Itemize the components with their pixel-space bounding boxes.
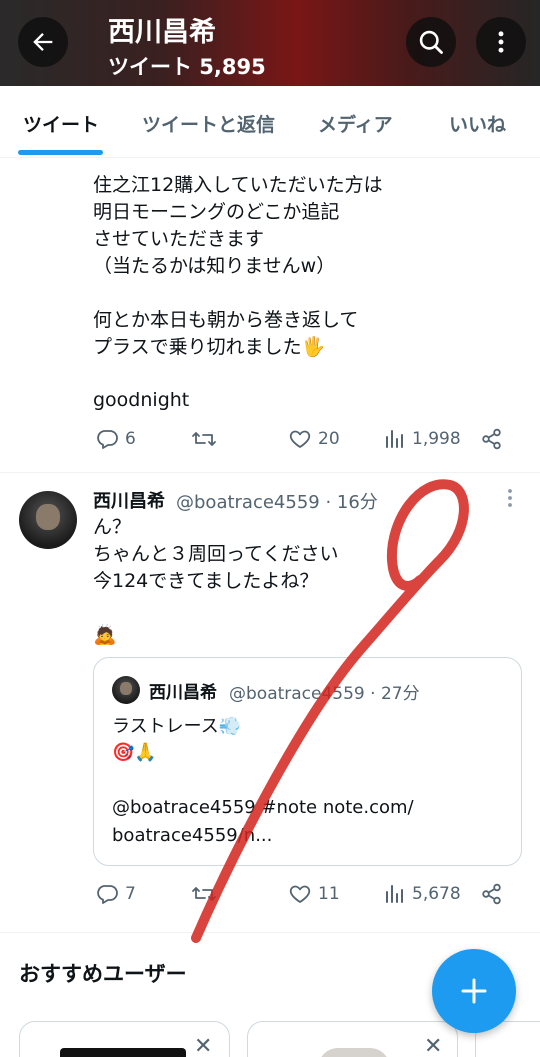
close-icon: ✕ [424,1034,443,1057]
tweet-text-line: させていただきます [93,228,265,250]
views-button[interactable]: 5,678 [384,882,461,906]
tweet-divider [0,472,540,473]
quoted-tweet-card[interactable]: 西川昌希 @boatrace4559 · 27分 ラストレース💨 🎯🙏 @boa… [93,657,522,866]
tweet-actions: 7 11 5,678 [0,882,540,912]
tweet-count: ツイート 5,895 [108,55,266,79]
bowing-emoji: 🙇 [93,624,117,646]
heart-icon [289,885,311,903]
tab-media[interactable]: メディア [318,110,393,137]
tweet-text-line: 何とか本日も朝から巻き返して [93,309,359,331]
more-vertical-icon [498,31,504,53]
quoted-text-line: ラストレース💨 [112,716,242,737]
retweet-icon [192,432,216,446]
tweet-text-line: ん？ [93,516,132,538]
tab-likes[interactable]: いいね [449,110,506,137]
plus-icon [461,978,487,1004]
like-button[interactable]: 20 [288,427,340,451]
reply-icon [97,430,118,449]
tab-tweets[interactable]: ツイート [23,110,99,137]
retweet-icon [192,887,216,901]
quoted-author-handle: @boatrace4559 · 27分 [229,684,420,704]
recommended-users-title: おすすめユーザー [19,962,187,986]
tweet-text-line: 住之江12購入していただいた方は [93,174,383,196]
view-count: 5,678 [412,884,461,904]
tweet-text-line: 明日モーニングのどこか追記 [93,201,340,223]
quoted-link-line[interactable]: boatrace4559/n... [112,823,272,849]
dismiss-card-button[interactable]: ✕ [424,1036,442,1057]
recommended-user-image [318,1048,390,1057]
tweet-author-name[interactable]: 西川昌希 [93,487,165,513]
search-icon [419,30,443,54]
reply-icon [97,885,118,904]
share-button[interactable] [480,882,504,906]
tab-tweets-and-replies[interactable]: ツイートと返信 [142,110,275,137]
profile-tabs: ツイート ツイートと返信 メディア いいね [0,86,540,158]
more-vertical-icon [508,489,512,507]
compose-tweet-button[interactable] [432,949,516,1033]
tweet-author-handle: @boatrace4559 · 16分 [176,492,378,513]
search-button[interactable] [406,17,456,67]
avatar[interactable] [19,491,77,549]
tweet-text-line: （当たるかは知りませんw） [93,255,336,277]
view-count: 1,998 [412,429,461,449]
quoted-avatar [112,676,140,704]
analytics-icon [386,430,403,448]
avatar-photo [120,682,132,695]
back-button[interactable] [18,17,68,67]
tweet-text-line: 今124できてましたよね？ [93,570,319,592]
like-button[interactable]: 11 [288,882,340,906]
share-button[interactable] [480,427,504,451]
tweet-text-line: goodnight [93,389,190,411]
retweet-button[interactable] [191,427,223,451]
recommended-user-image [60,1048,186,1057]
profile-name: 西川昌希 [108,17,216,48]
quoted-author-name: 西川昌希 [149,683,217,703]
like-count: 20 [318,429,340,449]
reply-button[interactable]: 7 [95,882,136,906]
reply-button[interactable]: 6 [95,427,136,451]
profile-header: 西川昌希 ツイート 5,895 [0,0,540,86]
arrow-left-icon [33,33,53,51]
avatar-photo [36,503,60,530]
quoted-text-line: 🎯🙏 [112,742,157,763]
analytics-icon [386,885,403,903]
tweet-more-button[interactable] [500,486,520,510]
tweet-actions: 6 20 1,998 [0,427,540,457]
tweet-text-line: ちゃんと３周回ってください [93,543,339,565]
share-icon [482,883,501,905]
section-divider [0,932,540,933]
tweet-text-line: プラスで乗り切れました🖐 [93,336,326,358]
heart-icon [289,430,311,448]
reply-count: 7 [125,884,136,904]
active-tab-indicator [18,150,103,155]
share-icon [482,428,501,450]
retweet-button[interactable] [191,882,223,906]
views-button[interactable]: 1,998 [384,427,461,451]
close-icon: ✕ [194,1034,213,1057]
quoted-link-line[interactable]: @boatrace4559 #note note.com/ [112,795,414,821]
more-options-button[interactable] [476,17,526,67]
dismiss-card-button[interactable]: ✕ [194,1036,212,1057]
reply-count: 6 [125,429,136,449]
like-count: 11 [318,884,340,904]
